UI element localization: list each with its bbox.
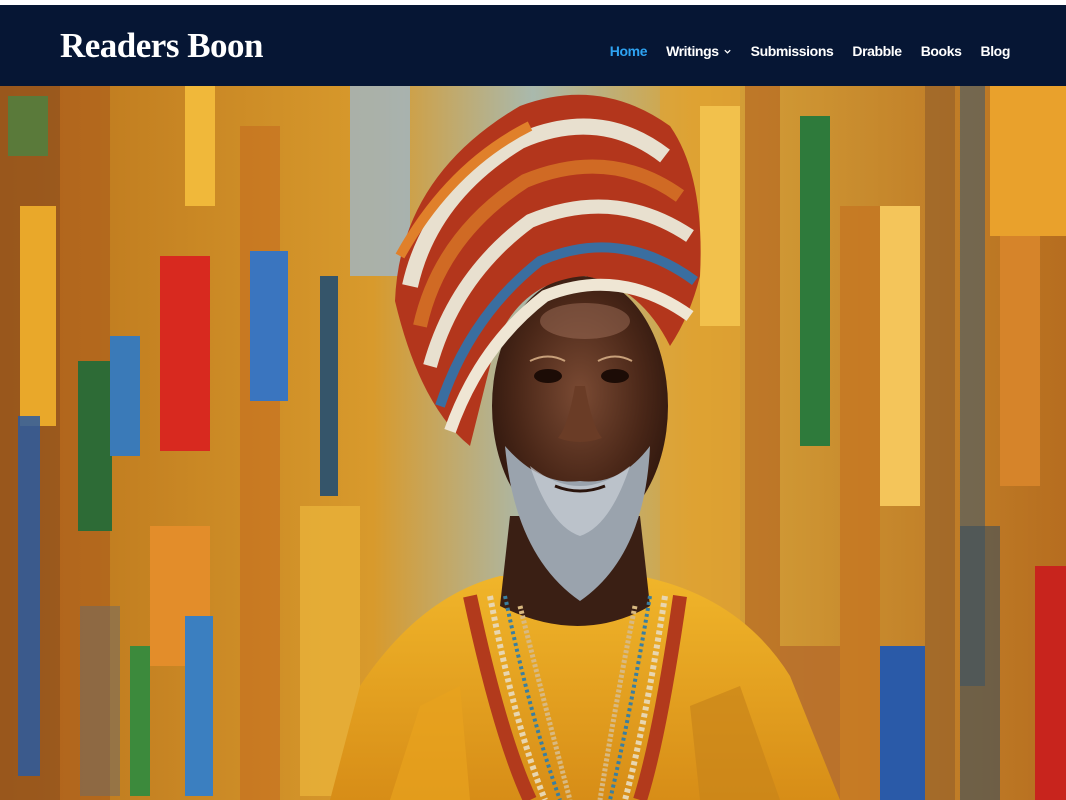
hero-image — [0, 86, 1066, 800]
nav-item-drabble[interactable]: Drabble — [852, 43, 902, 59]
nav-item-label: Writings — [666, 43, 719, 59]
nav-item-label: Drabble — [852, 43, 902, 59]
nav-item-label: Blog — [980, 43, 1010, 59]
nav-item-submissions[interactable]: Submissions — [751, 43, 834, 59]
site-logo[interactable]: Readers Boon — [60, 26, 264, 66]
nav-item-writings[interactable]: Writings — [666, 43, 732, 59]
main-nav: Home Writings Submissions Drabble Books … — [609, 36, 1011, 66]
chevron-down-icon — [723, 47, 732, 56]
nav-item-blog[interactable]: Blog — [980, 43, 1010, 59]
nav-item-home[interactable]: Home — [609, 43, 648, 59]
nav-item-label: Home — [609, 43, 648, 59]
nav-item-label: Submissions — [750, 43, 834, 59]
nav-item-books[interactable]: Books — [921, 43, 962, 59]
site-header: Readers Boon Home Writings Submissions D… — [0, 5, 1066, 86]
nav-item-label: Books — [920, 43, 962, 59]
hero-painting — [0, 86, 1066, 800]
